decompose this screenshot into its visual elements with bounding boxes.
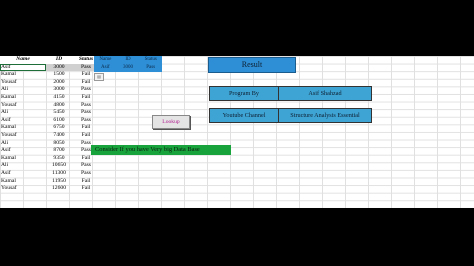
cell-status[interactable]: Pass	[72, 102, 100, 110]
cell-name[interactable]: Kamal	[0, 124, 46, 132]
header-id[interactable]: ID	[46, 56, 72, 64]
table-row: Asif 6100 Pass	[0, 117, 100, 125]
channel-label: Youtube Channel	[209, 108, 279, 123]
table-row: Kamal 11950 Fail	[0, 178, 100, 186]
cell-name[interactable]: Yousaf	[0, 102, 46, 110]
cell-name[interactable]: Kamal	[0, 94, 46, 102]
cell-id[interactable]: 12600	[46, 185, 72, 193]
spreadsheet-area[interactable]: Name ID Status Asif 3000 Pass Kamal 1500 Fai…	[0, 56, 474, 208]
cell-name[interactable]: Asif	[0, 170, 46, 178]
header-name[interactable]: Name	[0, 56, 46, 64]
table-row: Asif 11300 Pass	[0, 170, 100, 178]
table-row: Ali 5450 Pass	[0, 109, 100, 117]
cell-status[interactable]: Fail	[72, 132, 100, 140]
info-banner: Consider If you have Very big Data Base	[91, 145, 231, 155]
table-row: Kamal 6750 Fail	[0, 124, 100, 132]
table-row: Yousaf 12600 Fail	[0, 185, 100, 193]
table-row: Asif 3000 Pass	[0, 63, 100, 72]
cell-id[interactable]: 2000	[46, 79, 72, 87]
cell-name[interactable]: Ali	[0, 109, 46, 117]
table-row: Yousaf 7400 Fail	[0, 132, 100, 140]
cell-status[interactable]: Pass	[72, 86, 100, 94]
lookup-value-name[interactable]: Asif	[94, 64, 117, 72]
cell-status[interactable]: Pass	[72, 162, 100, 170]
cell-name[interactable]: Ali	[0, 86, 46, 94]
table-row: Ali 10650 Pass	[0, 162, 100, 170]
lookup-header-name[interactable]: Name	[94, 56, 117, 64]
lookup-header-row: Name ID Status	[94, 56, 162, 64]
cell-id[interactable]: 1500	[46, 71, 72, 79]
cell-name[interactable]: Kamal	[0, 71, 46, 79]
cell-id[interactable]: 4150	[46, 94, 72, 102]
table-row: Yousaf 2000 Fail	[0, 79, 100, 87]
cell-id[interactable]: 8050	[46, 140, 72, 148]
table-row: Kamal 4150 Fail	[0, 94, 100, 102]
cell-id[interactable]: 10650	[46, 162, 72, 170]
lookup-value-id[interactable]: 3000	[117, 64, 140, 72]
cell-name[interactable]: Ali	[0, 140, 46, 148]
table-row: Asif 8700 Pass	[0, 147, 100, 155]
cell-name[interactable]: Asif	[0, 117, 46, 125]
cell-status[interactable]: Fail	[72, 178, 100, 186]
lookup-button[interactable]: Lookup	[152, 115, 190, 129]
program-by-label: Program By	[209, 86, 279, 101]
lookup-value-row: Asif 3000 Pass	[94, 64, 162, 72]
cell-status[interactable]: Pass	[72, 117, 100, 125]
cell-id[interactable]: 6100	[46, 117, 72, 125]
cell-id[interactable]: 8700	[46, 147, 72, 155]
cell-id[interactable]: 3000	[46, 63, 72, 72]
paste-options-icon[interactable]: ▤	[94, 73, 104, 81]
cell-id[interactable]: 9350	[46, 155, 72, 163]
table-row: Yousaf 4800 Pass	[0, 102, 100, 110]
cell-status[interactable]: Fail	[72, 155, 100, 163]
program-by-value: Asif Shahzad	[278, 86, 372, 101]
cell-name[interactable]: Yousaf	[0, 79, 46, 87]
cell-id[interactable]: 3000	[46, 86, 72, 94]
cell-status[interactable]: Pass	[72, 170, 100, 178]
cell-name[interactable]: Kamal	[0, 178, 46, 186]
cell-name[interactable]: Asif	[0, 63, 46, 72]
cell-status[interactable]: Pass	[72, 109, 100, 117]
cell-name[interactable]: Ali	[0, 162, 46, 170]
channel-value: Structure Analysis Essential	[278, 108, 372, 123]
result-box: Result	[208, 57, 296, 73]
cell-status[interactable]: Fail	[72, 124, 100, 132]
lookup-result-table: Name ID Status Asif 3000 Pass	[94, 56, 162, 72]
cell-status[interactable]: Fail	[72, 185, 100, 193]
cell-id[interactable]: 11950	[46, 178, 72, 186]
cell-id[interactable]: 6750	[46, 124, 72, 132]
cell-name[interactable]: Kamal	[0, 155, 46, 163]
cell-id[interactable]: 7400	[46, 132, 72, 140]
cell-name[interactable]: Yousaf	[0, 132, 46, 140]
table-row: Ali 8050 Pass	[0, 140, 100, 148]
cell-name[interactable]: Yousaf	[0, 185, 46, 193]
lookup-header-id[interactable]: ID	[117, 56, 140, 64]
table-row: Kamal 1500 Fail	[0, 71, 100, 79]
table-row: Ali 3000 Pass	[0, 86, 100, 94]
table-row: Kamal 9350 Fail	[0, 155, 100, 163]
lookup-value-status[interactable]: Pass	[139, 64, 162, 72]
cell-id[interactable]: 5450	[46, 109, 72, 117]
cell-status[interactable]: Fail	[72, 94, 100, 102]
data-table: Name ID Status Asif 3000 Pass Kamal 1500 Fai…	[0, 56, 100, 193]
cell-id[interactable]: 11300	[46, 170, 72, 178]
lookup-header-status[interactable]: Status	[139, 56, 162, 64]
cell-name[interactable]: Asif	[0, 147, 46, 155]
cell-id[interactable]: 4800	[46, 102, 72, 110]
